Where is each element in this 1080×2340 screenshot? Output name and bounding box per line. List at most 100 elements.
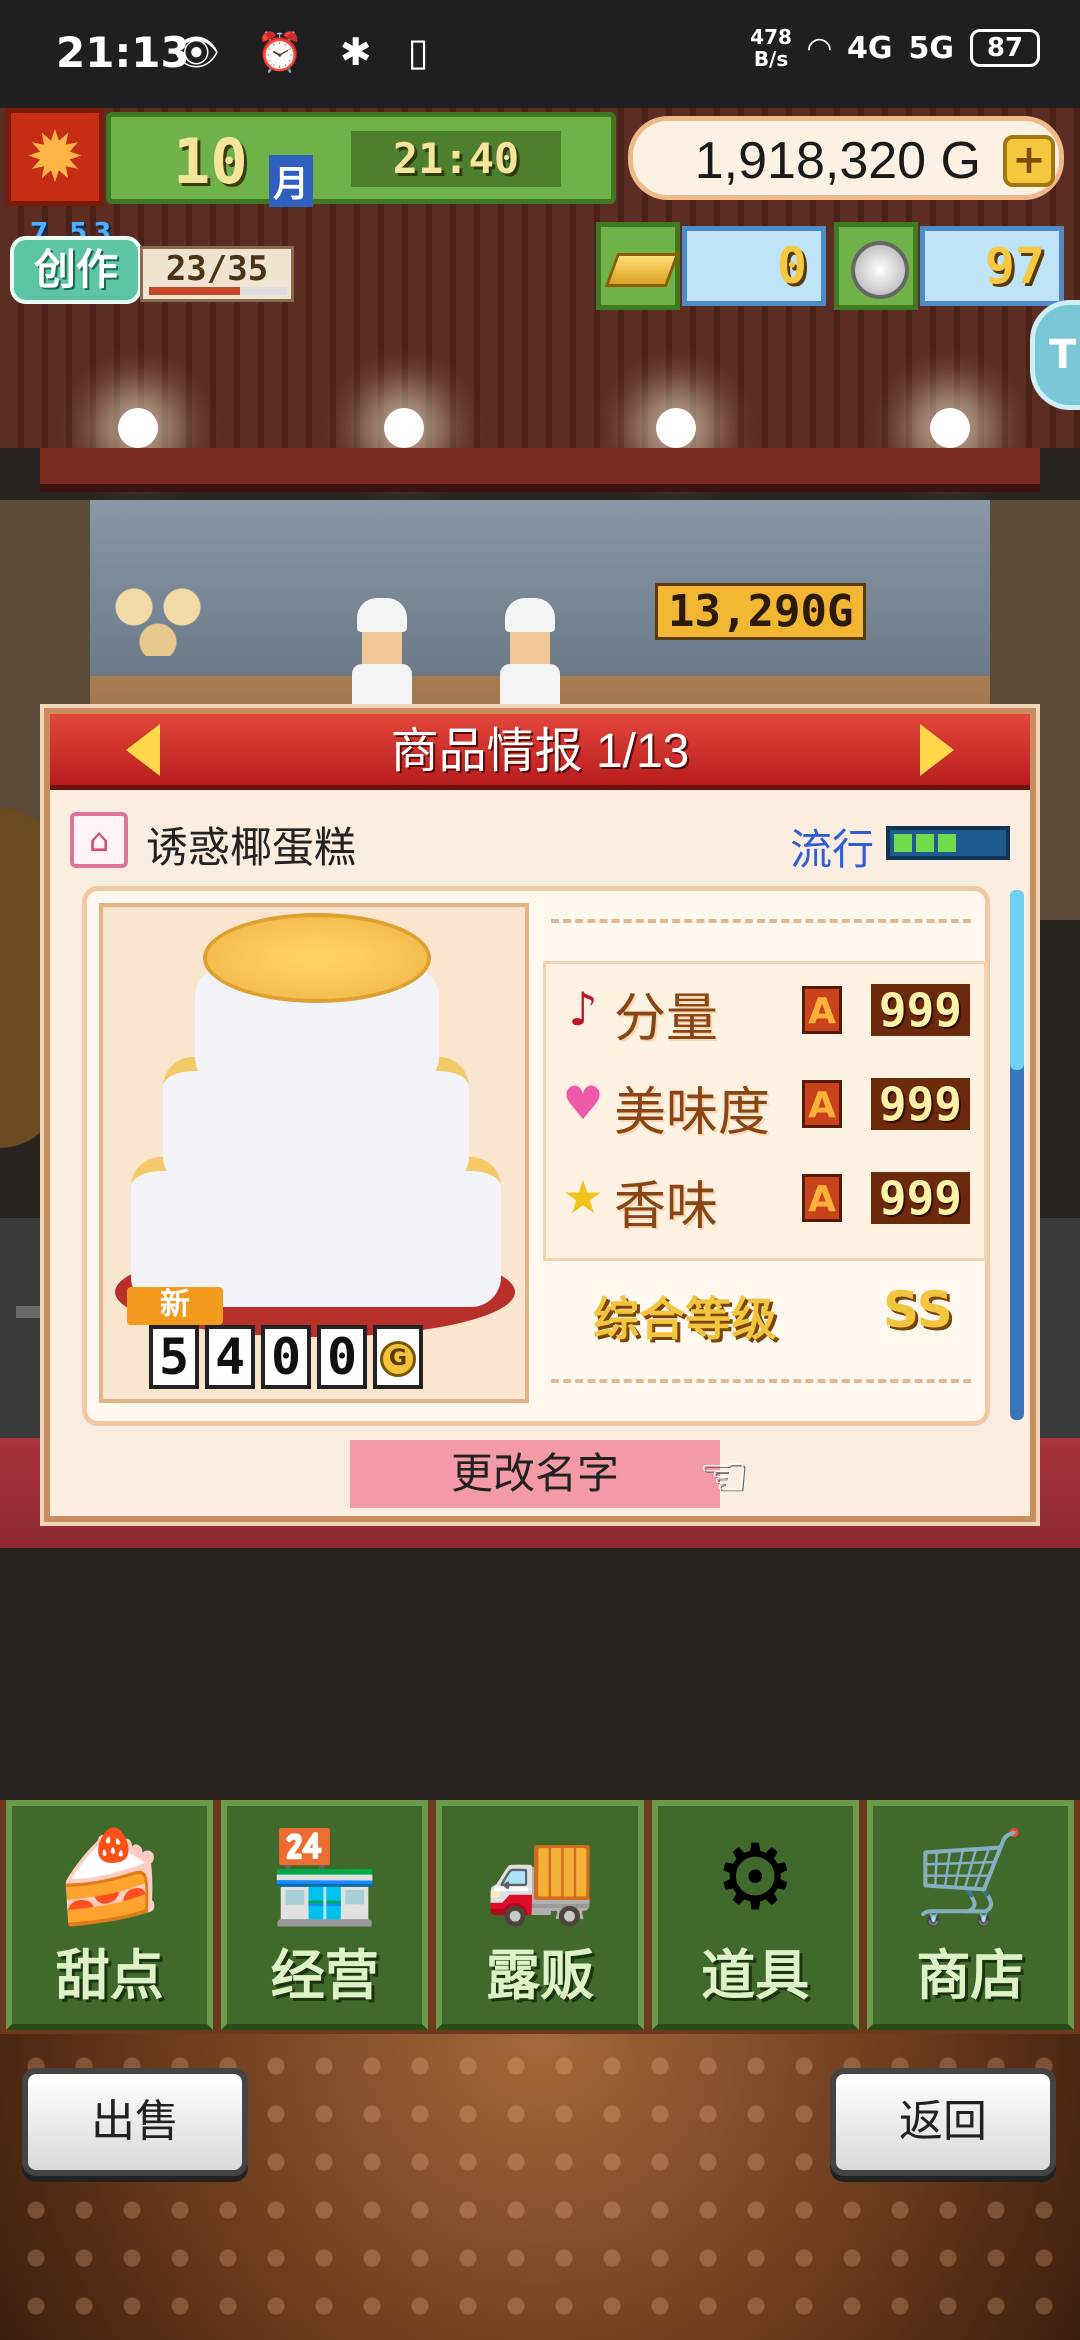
shop-awning bbox=[40, 448, 1040, 492]
nav-dessert[interactable]: 🍰 甜点 bbox=[6, 1800, 214, 2030]
nav-items[interactable]: ⚙ 道具 bbox=[651, 1800, 859, 2030]
nav-label: 甜点 bbox=[55, 1944, 164, 2007]
scroll-thumb[interactable] bbox=[1010, 890, 1024, 1070]
previous-arrow-icon[interactable] bbox=[126, 724, 160, 776]
next-arrow-icon[interactable] bbox=[920, 724, 954, 776]
stat-label: 分量 bbox=[614, 989, 719, 1049]
stat-row-taste: ♥ 美味度 A 999 bbox=[556, 1062, 976, 1143]
trend-segment bbox=[938, 834, 956, 852]
product-detail-panel: 新 5 4 0 0 G ♪ 分量 A 999 ♥ 美味度 A 999 ★ 香味 … bbox=[82, 886, 990, 1426]
rename-button[interactable]: 更改名字 bbox=[350, 1440, 720, 1508]
lamp-icon bbox=[930, 408, 970, 448]
money-panel: 1,918,320 G + bbox=[628, 116, 1064, 200]
cake-icon: ⌂ bbox=[70, 812, 128, 868]
sales-popup: 13,290G bbox=[655, 583, 867, 640]
network-speed: 478 B/s bbox=[750, 25, 792, 71]
creation-progress-fill bbox=[149, 287, 241, 295]
creation-progress-bar bbox=[149, 287, 287, 295]
trend-segment bbox=[960, 834, 978, 852]
status-right: 478 B/s ◠ 4G 5G 87 bbox=[750, 26, 1040, 70]
gold-coin-icon: G bbox=[373, 1325, 423, 1389]
nav-label: 经营 bbox=[270, 1944, 379, 2007]
gold-bar-icon-frame bbox=[596, 222, 680, 310]
silver-coin-resource: 97 bbox=[834, 222, 1064, 310]
creation-panel[interactable]: 7 53 创作 23/35 bbox=[10, 218, 294, 310]
sell-button[interactable]: 出售 bbox=[22, 2068, 248, 2176]
back-button[interactable]: 返回 bbox=[830, 2068, 1056, 2176]
trend-segment bbox=[894, 834, 912, 852]
add-money-button[interactable]: + bbox=[1003, 135, 1055, 187]
gold-bar-icon bbox=[604, 253, 680, 287]
overall-grade-value: SS bbox=[883, 1281, 953, 1339]
side-menu-button[interactable]: T bbox=[1030, 300, 1080, 410]
price-digit: 5 bbox=[149, 1325, 199, 1389]
battery-indicator: 87 bbox=[970, 29, 1040, 67]
stat-row-volume: ♪ 分量 A 999 bbox=[556, 968, 976, 1049]
month-unit: 月 bbox=[269, 155, 314, 207]
product-price: 5 4 0 0 G bbox=[149, 1325, 423, 1389]
gear-bag-icon: ⚙ bbox=[714, 1825, 796, 1930]
bread-display bbox=[110, 586, 230, 656]
season-badge: ✹ bbox=[6, 108, 104, 206]
product-name-row: ⌂ 诱惑椰蛋糕 流行 bbox=[70, 808, 1010, 874]
stat-grade: A bbox=[802, 1174, 842, 1222]
nav-shop[interactable]: 🛒 商店 bbox=[866, 1800, 1075, 2030]
trend-label: 流行 bbox=[789, 825, 874, 874]
dialog-header: 商品情报 1/13 bbox=[50, 714, 1030, 790]
price-unit: G bbox=[380, 1341, 416, 1377]
status-icons: 👁 ⏰ ✱ ▯ bbox=[172, 30, 441, 74]
product-name: 诱惑椰蛋糕 bbox=[146, 823, 357, 872]
product-info-dialog: 商品情报 1/13 ⌂ 诱惑椰蛋糕 流行 新 5 4 0 0 G ♪ 分量 A … bbox=[44, 708, 1036, 1522]
chef-sprite[interactable] bbox=[500, 598, 560, 708]
silver-coin-count: 97 bbox=[920, 226, 1064, 306]
stat-value: 999 bbox=[870, 1078, 970, 1130]
lamp-icon bbox=[656, 408, 696, 448]
food-truck-icon: 🚚 bbox=[483, 1825, 597, 1930]
signal-5g: 5G bbox=[908, 30, 955, 66]
silver-coin-icon bbox=[851, 241, 909, 299]
nav-label: 露贩 bbox=[486, 1944, 594, 2007]
trend-meter bbox=[886, 826, 1010, 860]
stat-label: 香味 bbox=[614, 1177, 719, 1237]
cake-slice-icon: 🍰 bbox=[53, 1825, 166, 1930]
gold-bar-resource: 0 bbox=[596, 222, 826, 310]
price-digit: 0 bbox=[261, 1325, 311, 1389]
lamp-icon bbox=[384, 408, 424, 448]
stat-value: 999 bbox=[870, 1172, 970, 1224]
product-image: 新 5 4 0 0 G bbox=[99, 903, 529, 1403]
money-amount: 1,918,320 G bbox=[694, 132, 981, 190]
price-digit: 0 bbox=[317, 1325, 367, 1389]
shop-icon: 🏪 bbox=[268, 1825, 381, 1930]
stat-grade: A bbox=[802, 1080, 842, 1128]
game-clock: 21:40 bbox=[351, 131, 561, 187]
stat-row-aroma: ★ 香味 A 999 bbox=[556, 1156, 976, 1237]
star-icon: ★ bbox=[562, 1170, 604, 1224]
status-time: 21:13 bbox=[56, 28, 190, 77]
maple-leaf-icon: ✹ bbox=[25, 116, 85, 198]
wifi-icon: ◠ bbox=[807, 30, 831, 66]
nav-label: 道具 bbox=[701, 1944, 810, 2007]
heart-icon: ♥ bbox=[562, 1076, 604, 1130]
cart-icon: 🛒 bbox=[914, 1825, 1027, 1930]
nav-stall[interactable]: 🚚 露贩 bbox=[436, 1800, 644, 2030]
bottom-nav: 🍰 甜点 🏪 经营 🚚 露贩 ⚙ 道具 🛒 商店 bbox=[0, 1800, 1080, 2034]
creation-count: 23/35 bbox=[140, 246, 294, 302]
creation-badge: 创作 bbox=[10, 236, 142, 304]
product-stats: ♪ 分量 A 999 ♥ 美味度 A 999 ★ 香味 A 999 综合等级 S… bbox=[543, 903, 987, 1403]
music-note-icon: ♪ bbox=[568, 982, 598, 1036]
dialog-title: 商品情报 1/13 bbox=[390, 725, 690, 778]
lamp-icon bbox=[118, 408, 158, 448]
nav-management[interactable]: 🏪 经营 bbox=[221, 1800, 429, 2030]
dialog-scrollbar[interactable] bbox=[1010, 890, 1024, 1420]
signal-4g: 4G bbox=[847, 30, 893, 66]
overall-grade-label: 综合等级 bbox=[593, 1292, 777, 1346]
status-bar: 21:13 👁 ⏰ ✱ ▯ 478 B/s ◠ 4G 5G 87 bbox=[0, 0, 1080, 108]
price-digit: 4 bbox=[205, 1325, 255, 1389]
pointing-hand-icon: ☜ bbox=[698, 1444, 749, 1509]
month-number: 10 bbox=[173, 125, 248, 198]
stat-list: ♪ 分量 A 999 ♥ 美味度 A 999 ★ 香味 A 999 bbox=[543, 961, 987, 1261]
chef-sprite[interactable] bbox=[352, 598, 412, 708]
calendar-panel: 10 月 21:40 bbox=[106, 112, 616, 207]
stat-label: 美味度 bbox=[614, 1083, 771, 1143]
trend-segment bbox=[916, 834, 934, 852]
